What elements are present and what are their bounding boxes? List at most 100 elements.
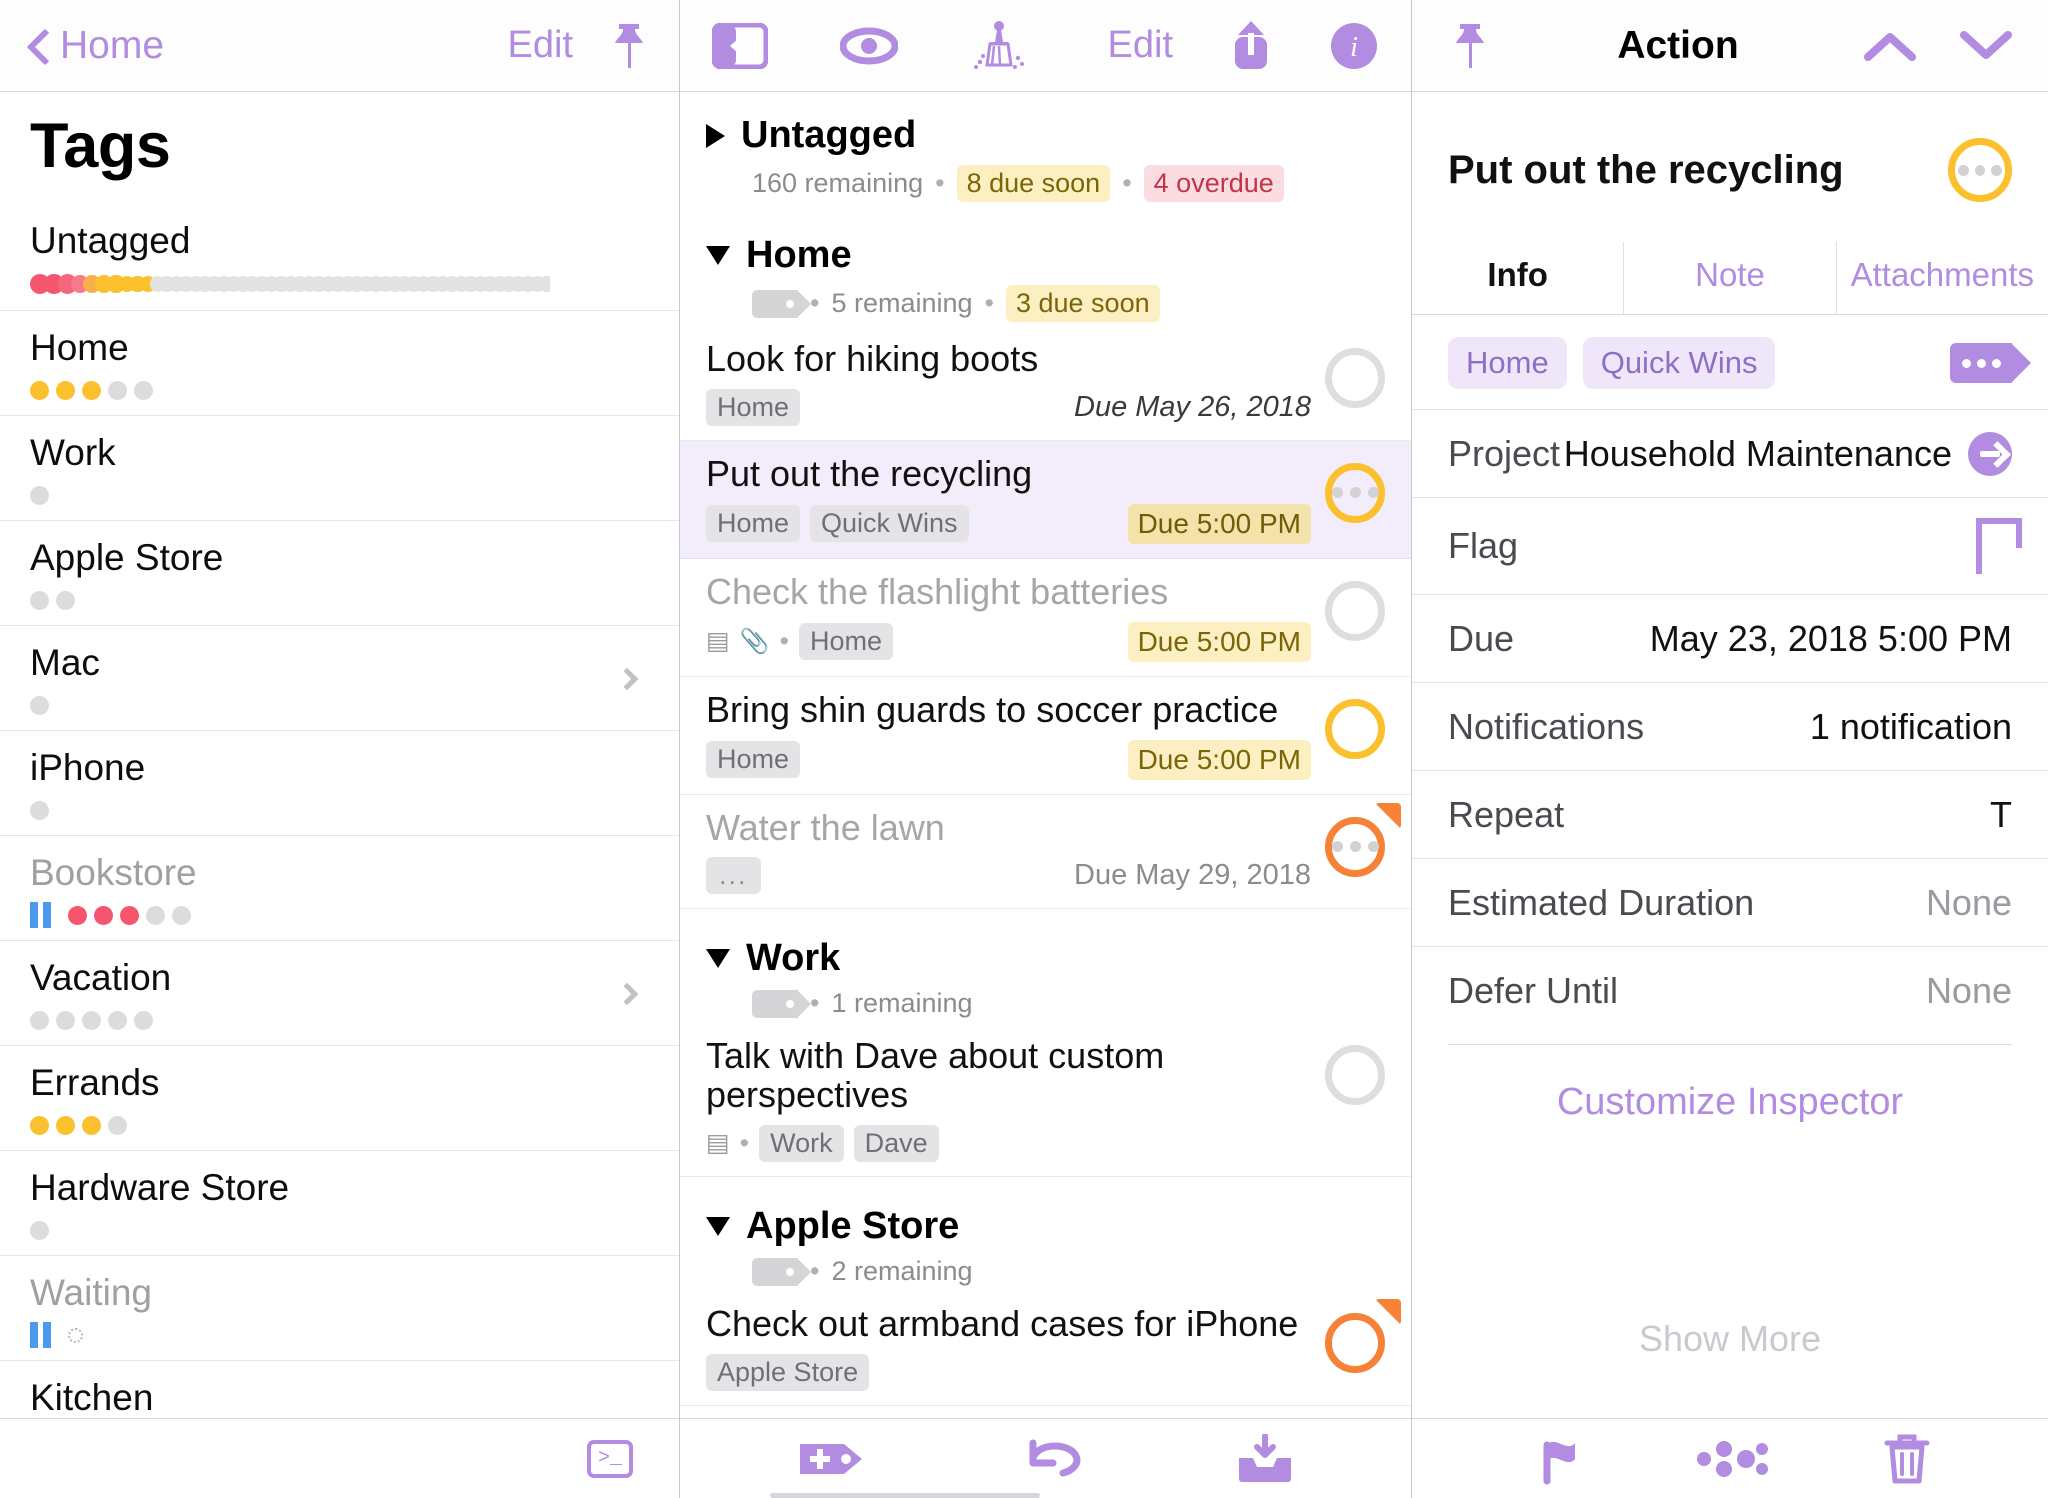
task-status-circle[interactable] <box>1325 1041 1385 1106</box>
inspector-row-repeat[interactable]: Repeat T <box>1412 770 2048 858</box>
pin-icon[interactable] <box>1448 21 1492 71</box>
back-to-home-button[interactable]: Home <box>28 24 164 68</box>
inspector-row-project[interactable]: Project Household Maintenance <box>1412 409 2048 497</box>
inspector-tag-chip[interactable]: Quick Wins <box>1582 337 1776 389</box>
task-tag-chip[interactable]: Apple Store <box>706 1354 870 1391</box>
group-header-home[interactable]: Home <box>680 226 1411 277</box>
broom-cleanup-icon[interactable] <box>970 20 1028 72</box>
content-bottom-toolbar <box>680 1418 1411 1498</box>
more-tags-chip[interactable]: ... <box>706 857 761 895</box>
inspector-row-estimated-duration[interactable]: Estimated Duration None <box>1412 858 2048 946</box>
chevron-up-icon[interactable] <box>1863 29 1916 63</box>
sidebar-edit-button[interactable]: Edit <box>508 24 573 67</box>
flag-action-icon[interactable] <box>1529 1433 1583 1485</box>
chevron-right-icon[interactable] <box>615 667 639 691</box>
content-edit-button[interactable]: Edit <box>1108 24 1173 67</box>
sidebar-item-mac[interactable]: Mac <box>0 626 679 731</box>
overdue-badge: 4 overdue <box>1143 165 1284 202</box>
separator-dot: • <box>739 1128 750 1159</box>
disclosure-down-icon[interactable] <box>706 1217 730 1237</box>
sidebar-item-kitchen[interactable]: Kitchen <box>0 1361 679 1418</box>
sidebar-item-vacation[interactable]: Vacation <box>0 941 679 1046</box>
task-row[interactable]: Put out the recycling Home Quick Wins Due 5… <box>680 440 1411 559</box>
task-tag-chip[interactable]: Dave <box>853 1125 939 1163</box>
task-row[interactable]: Try out AirPodsApple Store <box>680 1406 1411 1418</box>
trash-icon[interactable] <box>1883 1431 1931 1487</box>
task-tag-chip[interactable]: Home <box>798 623 893 661</box>
inspector-row-value-text: Household Maintenance <box>1563 432 1952 474</box>
tab-note[interactable]: Note <box>1623 242 1835 314</box>
sidebar-item-untagged[interactable]: Untagged <box>0 204 679 311</box>
task-row[interactable]: Check out armband cases for iPhone Apple … <box>680 1291 1411 1406</box>
group-header-work[interactable]: Work <box>680 929 1411 980</box>
sidebar-toggle-icon[interactable] <box>712 22 768 69</box>
add-to-inbox-icon[interactable] <box>1236 1433 1294 1484</box>
task-row[interactable]: Water the lawn... Due May 29, 2018 <box>680 795 1411 910</box>
sidebar-item-bookstore[interactable]: Bookstore <box>0 836 679 941</box>
task-tag-chip[interactable]: Home <box>706 505 801 543</box>
tab-attachments[interactable]: Attachments <box>1835 242 2048 314</box>
disclosure-down-icon[interactable] <box>706 949 730 969</box>
show-more-label[interactable]: Show More <box>1412 1298 2048 1388</box>
task-row[interactable]: Check the flashlight batteries ▤ 📎 • Home Due… <box>680 559 1411 677</box>
customize-inspector-button[interactable]: Customize Inspector <box>1412 1045 2048 1124</box>
share-icon[interactable] <box>1227 19 1275 73</box>
disclosure-right-icon[interactable] <box>706 123 725 148</box>
task-row[interactable]: Bring shin guards to soccer practice Home… <box>680 677 1411 795</box>
disclosure-down-icon[interactable] <box>706 246 730 265</box>
task-tag-chip[interactable]: Home <box>706 388 801 426</box>
task-status-circle[interactable] <box>1325 695 1385 759</box>
inspector-tabs: Info Note Attachments <box>1412 242 2048 315</box>
chevron-down-icon[interactable] <box>1959 29 2012 63</box>
task-subline: Home Due May 26, 2018 <box>706 388 1311 426</box>
repeat-indicator-icon <box>1375 1299 1401 1326</box>
task-tag-chip[interactable]: Quick Wins <box>810 505 969 543</box>
task-status-circle[interactable] <box>1325 1299 1401 1374</box>
group-header-apple-store[interactable]: Apple Store <box>680 1197 1411 1248</box>
sidebar-item-work[interactable]: Work <box>0 416 679 521</box>
sidebar-item-waiting[interactable]: Waiting <box>0 1256 679 1361</box>
flag-icon[interactable] <box>1976 518 2022 574</box>
status-dot <box>172 905 191 925</box>
sidebar-item-home[interactable]: Home <box>0 311 679 416</box>
svg-text:i: i <box>1350 32 1358 63</box>
tab-info[interactable]: Info <box>1412 242 1623 314</box>
tags-action-icon[interactable] <box>1696 1437 1770 1481</box>
group-remaining-count: 160 remaining <box>752 168 924 198</box>
task-tag-chip[interactable]: Home <box>706 741 801 778</box>
undo-icon[interactable] <box>1019 1439 1081 1479</box>
status-dot <box>56 590 75 610</box>
tag-more-icon[interactable] <box>1950 343 2031 383</box>
new-tagged-item-icon[interactable] <box>798 1438 864 1480</box>
sidebar-item-label: Kitchen <box>30 1377 154 1418</box>
task-status-circle[interactable] <box>1325 577 1385 641</box>
content-toolbar: Edit i <box>680 0 1411 92</box>
sidebar-item-hardware-store[interactable]: Hardware Store <box>0 1151 679 1256</box>
task-status-circle[interactable] <box>1325 459 1385 523</box>
inspector-row-flag[interactable]: Flag <box>1412 497 2048 594</box>
yellow-due-soon-circle[interactable] <box>1948 138 2012 202</box>
chevron-right-icon[interactable] <box>615 982 639 1006</box>
go-arrow-icon[interactable] <box>1968 431 2012 476</box>
status-dot <box>56 1115 75 1135</box>
task-status-circle[interactable] <box>1325 344 1385 408</box>
eye-icon[interactable] <box>840 26 898 66</box>
pin-icon[interactable] <box>607 21 651 71</box>
task-row[interactable]: Look for hiking boots Home Due May 26, 201… <box>680 326 1411 441</box>
inspector-tag-chip[interactable]: Home <box>1448 337 1567 389</box>
inspector-row-defer-until[interactable]: Defer Until None <box>1412 946 2048 1034</box>
inspector-row-notifications[interactable]: Notifications 1 notification <box>1412 682 2048 770</box>
task-row[interactable]: Talk with Dave about custom perspectives… <box>680 1023 1411 1178</box>
sidebar-item-iphone[interactable]: iPhone <box>0 731 679 836</box>
task-status-circle[interactable] <box>1325 802 1401 877</box>
attachment-icon: 📎 <box>739 627 770 655</box>
inspector-row-due[interactable]: Due May 23, 2018 5:00 PM <box>1412 594 2048 682</box>
group-header-untagged[interactable]: Untagged <box>680 106 1411 157</box>
task-tag-chip[interactable]: Work <box>759 1125 844 1163</box>
sidebar-item-label: Home <box>30 327 129 368</box>
sidebar-item-apple-store[interactable]: Apple Store <box>0 521 679 626</box>
terminal-icon[interactable]: >_ <box>587 1439 633 1478</box>
info-icon[interactable]: i <box>1329 21 1379 71</box>
group-meta: • 2 remaining <box>680 1248 1411 1291</box>
sidebar-item-errands[interactable]: Errands <box>0 1046 679 1151</box>
